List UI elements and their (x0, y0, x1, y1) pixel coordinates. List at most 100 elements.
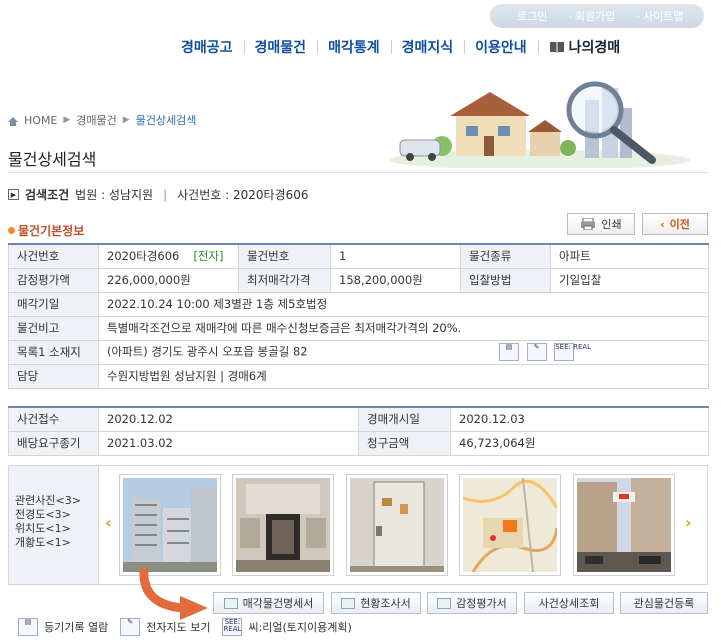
nav-auction-notice[interactable]: 경매공고 (170, 37, 244, 57)
start-value: 2020.12.03 (450, 406, 709, 432)
photo-thumbnail[interactable] (232, 474, 334, 576)
nav-my-auction[interactable]: 나의경매 (537, 37, 632, 57)
status-survey-label: 현황조사서 (360, 597, 411, 610)
table-row: 담당 수원지방법원 성남지원 | 경매6계 (8, 363, 709, 389)
remark-label: 물건비고 (8, 315, 99, 341)
case-detail-label: 사건상세조회 (538, 597, 600, 610)
photo-thumbnail[interactable] (573, 474, 675, 576)
seereal-icon: SEE: REAL (222, 618, 243, 636)
icon-legend: ▤ 등기기록 열람 ✎ 전자지도 보기 SEE: REAL 씨:리얼(토지이용계… (18, 618, 352, 636)
sitemap-link[interactable]: 사이트맵 (636, 8, 683, 24)
photo-labels: 관련사진<3> 전경도<3> 위치도<1> 개황도<1> (9, 466, 99, 584)
deadline-value: 2021.03.02 (98, 430, 359, 456)
chevron-left-icon: ‹ (660, 217, 665, 231)
table-row: 물건비고 특별매각조건으로 재매각에 따른 매수신청보증금은 최저매각가격의 2… (8, 315, 709, 341)
photo-label-related[interactable]: 관련사진<3> (15, 494, 98, 508)
nav-sale-statistics[interactable]: 매각통계 (317, 37, 391, 57)
manager-label: 담당 (8, 363, 99, 389)
table-row: 매각기일 2022.10.24 10:00 제3별관 1층 제5호법정 (8, 291, 709, 317)
table-row: 목록1 소재지 (아파트) 경기도 광주시 오포읍 봉골길 82 ▤ ✎ SEE… (8, 339, 709, 365)
photo-label-outline[interactable]: 개황도<1> (15, 536, 98, 550)
print-label: 인쇄 (601, 218, 622, 231)
table-row: 감정평가액 226,000,000원 최저매각가격 158,200,000원 입… (8, 267, 709, 293)
section-title: 물건기본정보 (8, 222, 84, 239)
chevron-left-icon[interactable]: ‹ (105, 513, 112, 532)
breadcrumb-home[interactable]: HOME (24, 114, 57, 127)
table-row: 사건번호 2020타경606 [전자] 물건번호 1 물건종류 아파트 (8, 243, 709, 269)
add-favorite-label: 관심물건등록 (633, 597, 695, 610)
status-survey-button[interactable]: 현황조사서 (331, 592, 421, 614)
start-label: 경매개시일 (358, 406, 451, 432)
registry-icon[interactable]: ▤ (498, 343, 519, 361)
case-no-value: 2020타경606 (107, 249, 180, 264)
document-icon (223, 597, 238, 609)
receipt-label: 사건접수 (8, 406, 99, 432)
login-link[interactable]: 로그인 (511, 8, 547, 24)
add-favorite-button[interactable]: 관심물건등록 (620, 592, 708, 614)
signup-link[interactable]: 회원가입 (568, 8, 615, 24)
case-detail-button[interactable]: 사건상세조회 (524, 592, 614, 614)
photo-thumbnail[interactable] (119, 474, 221, 576)
breadcrumb-current: 물건상세검색 (135, 114, 197, 127)
sale-item-statement-label: 매각물건명세서 (242, 597, 314, 610)
main-nav: 경매공고 경매물건 매각통계 경매지식 이용안내 나의경매 (170, 36, 710, 58)
location-label: 목록1 소재지 (8, 339, 99, 365)
breadcrumb: HOME ▶ 경매물건 ▶ 물건상세검색 (8, 112, 196, 128)
seereal-icon[interactable]: SEE: REAL (554, 343, 591, 361)
location-value: (아파트) 경기도 광주시 오포읍 봉골길 82 (107, 344, 308, 359)
table-row: 배당요구종기 2021.03.02 청구금액 46,723,064원 (8, 430, 709, 456)
section-title-label: 물건기본정보 (18, 224, 85, 238)
map-icon: ✎ (120, 618, 141, 636)
breadcrumb-separator-icon: ▶ (63, 115, 71, 125)
appraisal-label: 감정평가액 (8, 267, 99, 293)
photo-label-overview[interactable]: 전경도<3> (15, 508, 98, 522)
book-icon (549, 41, 565, 53)
item-type-value: 아파트 (550, 243, 709, 269)
registry-icon: ▤ (18, 618, 38, 636)
map-icon[interactable]: ✎ (526, 343, 547, 361)
nav-usage-guide[interactable]: 이용안내 (464, 37, 538, 57)
appraisal-report-button[interactable]: 감정평가서 (427, 592, 517, 614)
photo-label-location[interactable]: 위치도<1> (15, 522, 98, 536)
nav-auction-knowledge[interactable]: 경매지식 (390, 37, 465, 57)
electronic-tag: [전자] (193, 249, 224, 264)
previous-button[interactable]: ‹ 이전 (642, 213, 708, 235)
location-cell: (아파트) 경기도 광주시 오포읍 봉골길 82 ▤ ✎ SEE: REAL (98, 339, 709, 365)
case-dates-table: 사건접수 2020.12.02 경매개시일 2020.12.03 배당요구종기 … (8, 406, 709, 456)
legend-registry: 등기기록 열람 (44, 621, 109, 634)
hero-illustration (390, 80, 710, 170)
document-icon (341, 597, 356, 609)
printer-icon (580, 217, 596, 231)
case-no-cell: 2020타경606 [전자] (98, 243, 239, 269)
page-title: 물건상세검색 (8, 150, 97, 169)
deadline-label: 배당요구종기 (8, 430, 99, 456)
nav-my-auction-label: 나의경매 (568, 40, 621, 56)
photo-panel: 관련사진<3> 전경도<3> 위치도<1> 개황도<1> ‹ › (8, 465, 708, 585)
title-divider (8, 172, 708, 173)
item-type-label: 물건종류 (460, 243, 551, 269)
utility-bar: 로그인 회원가입 사이트맵 (490, 4, 704, 28)
case-no-label: 사건번호 (8, 243, 99, 269)
chevron-right-icon[interactable]: › (685, 513, 692, 532)
breadcrumb-separator-icon: ▶ (122, 115, 130, 125)
sale-date-value: 2022.10.24 10:00 제3별관 1층 제5호법정 (98, 291, 709, 317)
claim-label: 청구금액 (358, 430, 451, 456)
print-button[interactable]: 인쇄 (567, 213, 635, 235)
breadcrumb-auction-items[interactable]: 경매물건 (76, 112, 116, 128)
sale-item-statement-button[interactable]: 매각물건명세서 (213, 592, 324, 614)
photo-thumbnail[interactable] (346, 474, 448, 576)
appraisal-value: 226,000,000원 (98, 267, 239, 293)
nav-auction-items[interactable]: 경매물건 (243, 37, 318, 57)
basic-info-table: 사건번호 2020타경606 [전자] 물건번호 1 물건종류 아파트 감정평가액… (8, 243, 709, 389)
receipt-value: 2020.12.02 (98, 406, 359, 432)
photo-thumbnail[interactable] (459, 474, 561, 576)
remark-value: 특별매각조건으로 재매각에 따른 매수신청보증금은 최저매각가격의 20%. (98, 315, 709, 341)
condition-case: 사건번호 : 2020타경606 (177, 188, 309, 202)
previous-label: 이전 (669, 218, 690, 231)
appraisal-report-label: 감정평가서 (456, 597, 507, 610)
item-no-value: 1 (330, 243, 461, 269)
min-price-label: 최저매각가격 (238, 267, 331, 293)
home-icon[interactable] (8, 116, 18, 126)
section-bullet-icon (8, 227, 15, 234)
sale-date-label: 매각기일 (8, 291, 99, 317)
